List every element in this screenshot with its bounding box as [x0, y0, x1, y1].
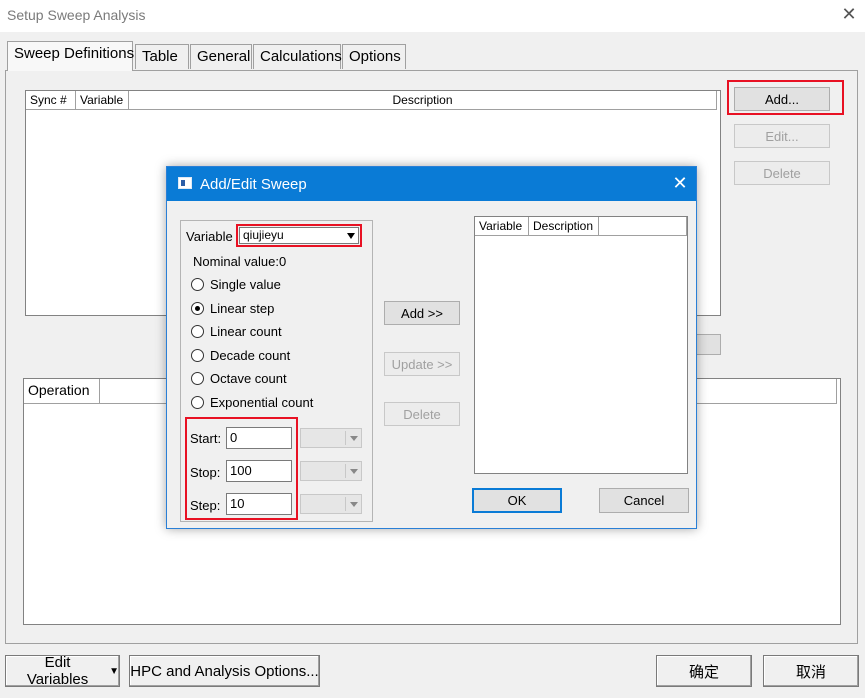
tab-options[interactable]: Options — [342, 44, 406, 69]
dialog-column-header-description[interactable]: Description — [529, 217, 599, 236]
delete-sweep-button[interactable]: Delete — [734, 161, 830, 185]
stop-input[interactable]: 100 — [226, 460, 292, 482]
option-label-decade-count: Decade count — [210, 348, 291, 363]
start-label: Start: — [190, 431, 222, 446]
window-title-bar: Setup Sweep Analysis ✕ — [0, 0, 865, 32]
add-edit-sweep-dialog: Add/Edit Sweep ✕ Variable qiujieyu Nomin… — [166, 166, 697, 529]
step-label: Step: — [190, 498, 221, 513]
dialog-close-icon[interactable]: ✕ — [670, 173, 690, 194]
column-header-operation[interactable]: Operation — [24, 379, 100, 404]
step-unit-dropdown[interactable] — [300, 494, 362, 514]
dialog-cancel-button[interactable]: Cancel — [599, 488, 689, 513]
window-title: Setup Sweep Analysis — [7, 7, 146, 23]
dropdown-divider — [345, 497, 346, 511]
add-sweep-button[interactable]: Add... — [734, 87, 830, 111]
dialog-update-button[interactable]: Update >> — [384, 352, 460, 376]
dropdown-divider — [345, 464, 346, 478]
column-header-sync[interactable]: Sync # — [26, 91, 76, 110]
dialog-sweep-list[interactable]: Variable Description — [474, 216, 688, 474]
hpc-analysis-options-button[interactable]: HPC and Analysis Options... — [129, 655, 320, 687]
close-icon[interactable]: ✕ — [838, 4, 860, 25]
dialog-title-bar: Add/Edit Sweep ✕ — [167, 167, 696, 201]
variable-value: qiujieyu — [243, 228, 284, 242]
edit-sweep-button[interactable]: Edit... — [734, 124, 830, 148]
dialog-column-header-variable[interactable]: Variable — [475, 217, 529, 236]
radio-octave-count[interactable] — [191, 372, 204, 385]
stop-unit-dropdown[interactable] — [300, 461, 362, 481]
dropdown-arrow-icon — [350, 436, 358, 441]
variable-label: Variable — [186, 229, 233, 244]
radio-decade-count[interactable] — [191, 349, 204, 362]
option-label-linear-count: Linear count — [210, 324, 282, 339]
confirm-button[interactable]: 确定 — [656, 655, 752, 687]
radio-linear-count[interactable] — [191, 325, 204, 338]
partial-button[interactable] — [696, 334, 721, 355]
cancel-button[interactable]: 取消 — [763, 655, 859, 687]
dialog-title: Add/Edit Sweep — [200, 176, 307, 193]
tab-table[interactable]: Table — [135, 44, 189, 69]
radio-exponential-count[interactable] — [191, 396, 204, 409]
ok-button[interactable]: OK — [472, 488, 562, 513]
column-header-description[interactable]: Description — [129, 91, 717, 110]
edit-variables-button[interactable]: Edit Variables ▼ — [5, 654, 120, 688]
radio-linear-step[interactable] — [191, 302, 204, 315]
dialog-delete-button[interactable]: Delete — [384, 402, 460, 426]
dropdown-arrow-icon — [347, 233, 355, 239]
option-label-exponential-count: Exponential count — [210, 395, 314, 410]
stop-label: Stop: — [190, 465, 221, 480]
option-label-octave-count: Octave count — [210, 371, 287, 386]
option-label-linear-step: Linear step — [210, 301, 275, 316]
tab-general[interactable]: General — [190, 44, 252, 69]
option-label-single-value: Single value — [210, 277, 281, 292]
caret-down-icon: ▼ — [109, 665, 119, 677]
dropdown-divider — [345, 431, 346, 445]
dialog-add-button[interactable]: Add >> — [384, 301, 460, 325]
dialog-window-icon — [178, 177, 192, 189]
variable-dropdown[interactable]: qiujieyu — [239, 227, 359, 244]
start-unit-dropdown[interactable] — [300, 428, 362, 448]
edit-variables-label: Edit Variables — [26, 654, 89, 688]
nominal-value: 0 — [279, 254, 287, 269]
start-input[interactable]: 0 — [226, 427, 292, 449]
dropdown-arrow-icon — [350, 502, 358, 507]
column-header-variable[interactable]: Variable — [76, 91, 129, 110]
tab-sweep-definitions[interactable]: Sweep Definitions — [7, 41, 134, 71]
tab-calculations[interactable]: Calculations — [253, 44, 342, 69]
nominal-value-label: Nominal value: — [193, 254, 279, 269]
radio-single-value[interactable] — [191, 278, 204, 291]
dropdown-arrow-icon — [350, 469, 358, 474]
dialog-column-header-blank — [599, 217, 687, 236]
step-input[interactable]: 10 — [226, 493, 292, 515]
